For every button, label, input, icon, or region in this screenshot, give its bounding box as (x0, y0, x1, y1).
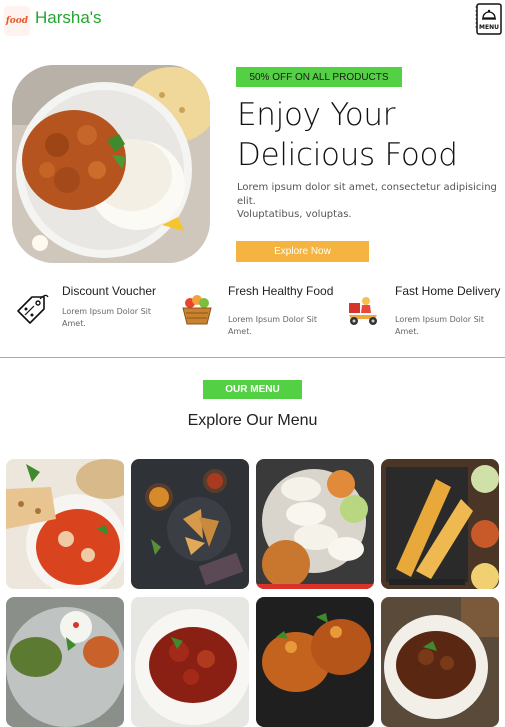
food-basket-icon (178, 291, 216, 329)
feature-description: Lorem Ipsum Dolor Sit Amet. (62, 307, 152, 328)
explore-now-button[interactable]: Explore Now (236, 241, 369, 262)
brand-name[interactable]: Harsha's (35, 8, 102, 28)
hero-title-line1: Enjoy Your (237, 97, 396, 133)
menu-card-idli[interactable] (256, 459, 374, 589)
discount-tag-icon (12, 291, 50, 329)
hero-description-line2: Voluptatibus, voluptas. (237, 209, 352, 220)
menu-card-samosa[interactable] (131, 459, 249, 589)
feature-description: Lorem Ipsum Dolor Sit Amet. (395, 315, 485, 336)
hero-description: Lorem ipsum dolor sit amet, consectetur … (237, 181, 497, 222)
promo-banner: 50% OFF ON ALL PRODUCTS (236, 67, 402, 87)
menu-icon-label: MENU (479, 24, 499, 31)
feature-fresh-healthy-food: Fresh Healthy Food Lorem Ipsum Dolor Sit… (178, 285, 338, 345)
menu-card-chilli-chicken[interactable] (131, 597, 249, 727)
menu-book-icon[interactable]: MENU (475, 2, 503, 36)
menu-card-mutton-curry[interactable] (381, 597, 499, 727)
feature-description: Lorem Ipsum Dolor Sit Amet. (228, 315, 318, 336)
brand-logo[interactable]: food (4, 6, 30, 36)
hero-title-line2: Delicious Food (237, 137, 458, 173)
hero-description-line1: Lorem ipsum dolor sit amet, consectetur … (237, 182, 497, 207)
section-divider (0, 357, 505, 358)
our-menu-badge: OUR MENU (203, 380, 302, 399)
menu-card-thali[interactable] (6, 597, 124, 727)
menu-card-butter-chicken[interactable] (6, 459, 124, 589)
feature-title: Discount Voucher (62, 284, 157, 298)
hero-title: Enjoy Your Delicious Food (237, 95, 497, 175)
menu-heading: Explore Our Menu (187, 412, 318, 429)
menu-card-dosa[interactable] (381, 459, 499, 589)
feature-title: Fresh Healthy Food (228, 284, 334, 298)
site-header: food Harsha's MENU (0, 0, 505, 40)
delivery-scooter-icon (345, 291, 383, 329)
feature-title: Fast Home Delivery (395, 284, 501, 298)
feature-discount-voucher: Discount Voucher Lorem Ipsum Dolor Sit A… (12, 285, 172, 345)
logo-text: food (5, 16, 29, 26)
feature-fast-home-delivery: Fast Home Delivery Lorem Ipsum Dolor Sit… (345, 285, 505, 345)
menu-card-grilled-chicken[interactable] (256, 597, 374, 727)
hero-food-image (12, 65, 210, 263)
